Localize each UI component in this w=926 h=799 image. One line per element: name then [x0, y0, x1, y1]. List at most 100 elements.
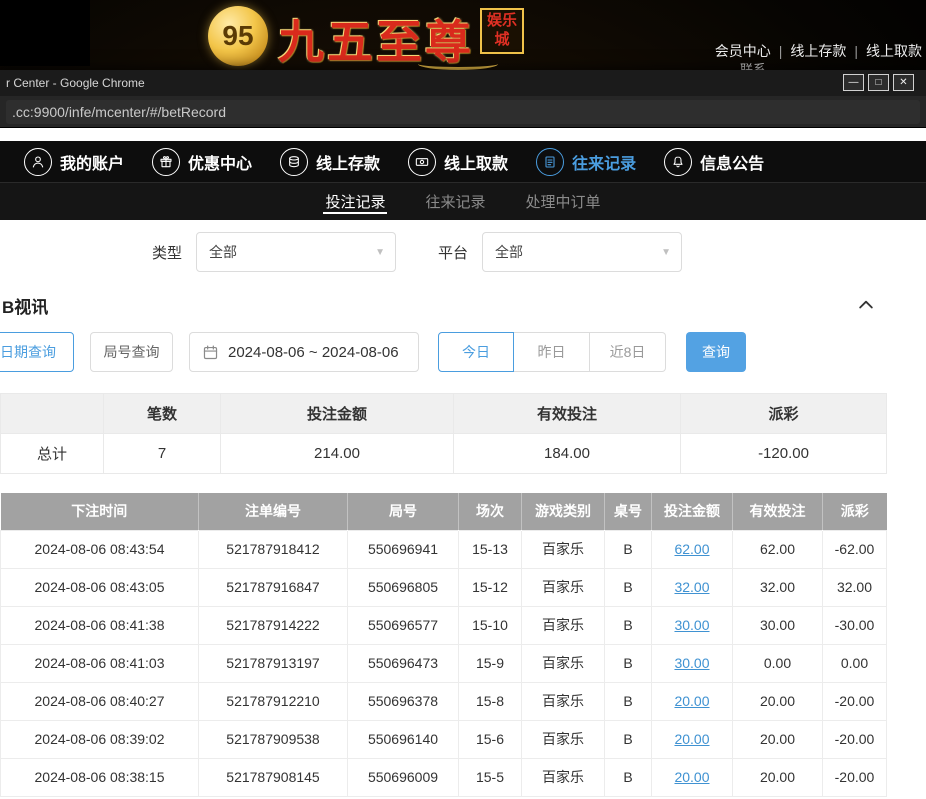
round-number: 550696941 — [348, 530, 459, 568]
table-row: 2024-08-06 08:41:38 521787914222 5506965… — [1, 606, 887, 644]
summary-total-row: 总计 7 214.00 184.00 -120.00 — [1, 434, 887, 474]
address-bar[interactable]: .cc:9900/infe/mcenter/#/betRecord — [6, 100, 920, 124]
bet-amount-link[interactable]: 20.00 — [674, 769, 709, 785]
site-top-links: 会员中心|线上存款|线上取款 — [711, 41, 926, 61]
order-number: 521787908145 — [199, 758, 348, 796]
summary-total-label: 总计 — [1, 434, 104, 474]
payout: -20.00 — [823, 720, 887, 758]
bet-amount-link[interactable]: 30.00 — [674, 655, 709, 671]
yesterday-button[interactable]: 昨日 — [514, 332, 590, 372]
payout: 0.00 — [823, 644, 887, 682]
table-row: 2024-08-06 08:38:15 521787908145 5506960… — [1, 758, 887, 796]
session: 15-5 — [459, 758, 522, 796]
link-online-withdraw[interactable]: 线上取款 — [866, 43, 922, 59]
nav-item-online-deposit[interactable]: 线上存款 — [266, 141, 394, 182]
type-filter-label: 类型 — [152, 242, 182, 263]
session: 15-6 — [459, 720, 522, 758]
collapse-section-button[interactable] — [854, 293, 878, 317]
nav-item-transaction-records[interactable]: 往来记录 — [522, 141, 650, 182]
chevron-down-icon: ▼ — [375, 247, 385, 258]
valid-bet: 20.00 — [733, 720, 823, 758]
coins-icon — [280, 148, 308, 176]
logo-flourish — [418, 58, 498, 70]
link-member-center[interactable]: 会员中心 — [715, 43, 771, 59]
last-8-days-button[interactable]: 近8日 — [590, 332, 666, 372]
round-number: 550696577 — [348, 606, 459, 644]
link-separator: | — [779, 43, 783, 59]
valid-bet: 32.00 — [733, 568, 823, 606]
bet-amount-link[interactable]: 20.00 — [674, 693, 709, 709]
tab-pending-orders[interactable]: 处理中订单 — [524, 183, 603, 220]
round-number: 550696009 — [348, 758, 459, 796]
game-type: 百家乐 — [522, 758, 605, 796]
background-block — [0, 0, 90, 66]
session: 15-9 — [459, 644, 522, 682]
bet-amount-link[interactable]: 30.00 — [674, 617, 709, 633]
nav-item-announcements[interactable]: 信息公告 — [650, 141, 778, 182]
close-button[interactable]: ✕ — [893, 74, 914, 91]
records-header-row: 下注时间 注单编号 局号 场次 游戏类别 桌号 投注金额 有效投注 派彩 — [1, 493, 887, 530]
chevron-down-icon: ▼ — [661, 247, 671, 258]
bell-icon — [664, 148, 692, 176]
valid-bet: 20.00 — [733, 758, 823, 796]
nav-item-label: 线上取款 — [444, 150, 508, 174]
summary-payout: -120.00 — [681, 434, 887, 474]
today-button[interactable]: 今日 — [438, 332, 514, 372]
date-query-button[interactable]: 日期查询 — [0, 332, 74, 372]
valid-bet: 20.00 — [733, 682, 823, 720]
session: 15-10 — [459, 606, 522, 644]
summary-valid-bet: 184.00 — [454, 434, 681, 474]
order-number: 521787909538 — [199, 720, 348, 758]
minimize-button[interactable]: — — [843, 74, 864, 91]
summary-header-empty — [1, 394, 104, 434]
type-select-value: 全部 — [209, 242, 237, 262]
valid-bet: 0.00 — [733, 644, 823, 682]
chevron-up-icon — [856, 295, 876, 315]
browser-urlbar: .cc:9900/infe/mcenter/#/betRecord — [0, 96, 926, 128]
date-range-value: 2024-08-06 ~ 2024-08-06 — [228, 344, 399, 361]
payout: -30.00 — [823, 606, 887, 644]
table-number: B — [605, 568, 652, 606]
sub-tabbar: 投注记录 往来记录 处理中订单 — [0, 182, 926, 220]
date-range-picker[interactable]: 2024-08-06 ~ 2024-08-06 — [189, 332, 419, 372]
search-button[interactable]: 查询 — [686, 332, 746, 372]
screen: 95 九五至尊 娱乐 城 会员中心|线上存款|线上取款 联系 r Center … — [0, 0, 926, 799]
header-table-number: 桌号 — [605, 493, 652, 530]
nav-item-my-account[interactable]: 我的账户 — [10, 141, 138, 182]
header-session: 场次 — [459, 493, 522, 530]
summary-header-bet-amount: 投注金额 — [221, 394, 454, 434]
platform-select[interactable]: 全部 ▼ — [482, 232, 682, 272]
nav-item-online-withdraw[interactable]: 线上取款 — [394, 141, 522, 182]
user-icon — [24, 148, 52, 176]
tab-bet-records[interactable]: 投注记录 — [323, 183, 387, 220]
game-type: 百家乐 — [522, 682, 605, 720]
link-online-deposit[interactable]: 线上存款 — [790, 43, 846, 59]
query-controls: 日期查询 局号查询 2024-08-06 ~ 2024-08-06 今日 昨日 … — [0, 332, 926, 372]
tab-transaction-records[interactable]: 往来记录 — [423, 183, 487, 220]
payout: -62.00 — [823, 530, 887, 568]
nav-item-promotions[interactable]: 优惠中心 — [138, 141, 266, 182]
url-text: .cc:9900/infe/mcenter/#/betRecord — [12, 104, 226, 120]
bet-time: 2024-08-06 08:41:38 — [1, 606, 199, 644]
round-query-button[interactable]: 局号查询 — [90, 332, 173, 372]
payout: -20.00 — [823, 682, 887, 720]
game-type: 百家乐 — [522, 720, 605, 758]
round-number: 550696805 — [348, 568, 459, 606]
bet-amount-link[interactable]: 32.00 — [674, 579, 709, 595]
page-viewport: 我的账户 优惠中心 线上存款 — [0, 128, 926, 799]
table-number: B — [605, 758, 652, 796]
table-number: B — [605, 720, 652, 758]
game-type: 百家乐 — [522, 568, 605, 606]
bet-amount-link[interactable]: 62.00 — [674, 541, 709, 557]
maximize-button[interactable]: □ — [868, 74, 889, 91]
type-select[interactable]: 全部 ▼ — [196, 232, 396, 272]
header-valid-bet: 有效投注 — [733, 493, 823, 530]
summary-header-valid-bet: 有效投注 — [454, 394, 681, 434]
logo-coin-icon: 95 — [208, 6, 268, 66]
game-type: 百家乐 — [522, 530, 605, 568]
bet-amount-link[interactable]: 20.00 — [674, 731, 709, 747]
window-titlebar[interactable]: r Center - Google Chrome — □ ✕ — [0, 70, 926, 96]
nav-item-label: 往来记录 — [572, 150, 636, 174]
table-number: B — [605, 644, 652, 682]
gift-icon — [152, 148, 180, 176]
